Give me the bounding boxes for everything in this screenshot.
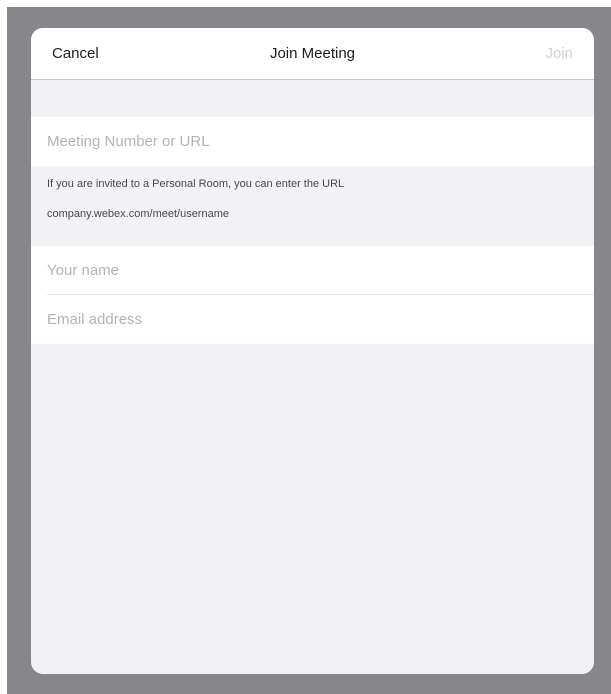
name-row <box>31 246 594 295</box>
navigation-bar: Cancel Join Meeting Join <box>31 28 594 80</box>
hint-url-example: company.webex.com/meet/username <box>47 208 229 220</box>
meeting-number-row <box>31 117 594 166</box>
name-input[interactable] <box>47 246 577 295</box>
email-row <box>31 295 594 344</box>
join-button[interactable]: Join <box>545 45 573 62</box>
join-meeting-sheet: Cancel Join Meeting Join If you are invi… <box>31 28 594 674</box>
hint-text: If you are invited to a Personal Room, y… <box>47 178 345 190</box>
email-input[interactable] <box>47 295 577 344</box>
personal-room-hint: If you are invited to a Personal Room, y… <box>31 166 594 246</box>
cancel-button[interactable]: Cancel <box>52 45 99 62</box>
page-title: Join Meeting <box>269 45 356 62</box>
meeting-number-input[interactable] <box>47 117 577 166</box>
